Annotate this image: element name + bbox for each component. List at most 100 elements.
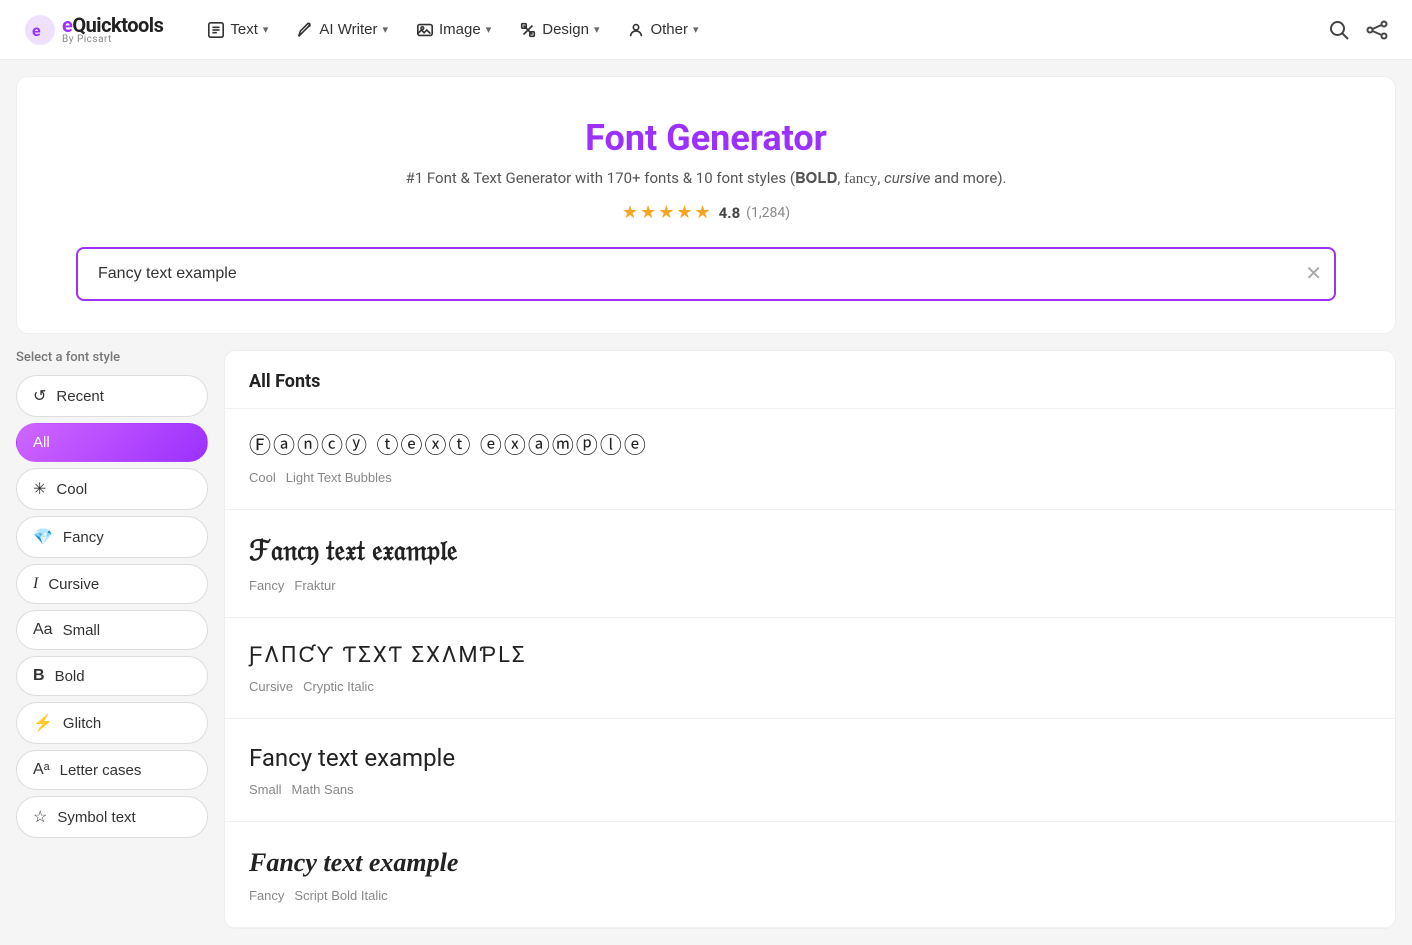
- font-entry-script[interactable]: Fancy text example Fancy Script Bold Ita…: [225, 822, 1395, 928]
- design-icon: [519, 21, 537, 39]
- font-preview-script: Fancy text example: [249, 846, 1371, 880]
- bold-label: Bold: [55, 668, 85, 685]
- bold-icon: B: [33, 667, 45, 685]
- nav-items: Text ▾ AI Writer ▾ Image ▾ Design ▾ Othe…: [195, 13, 1328, 47]
- tag-math-sans[interactable]: Math Sans: [292, 782, 354, 797]
- sidebar-item-recent[interactable]: ↺ Recent: [16, 375, 208, 417]
- tag-light-text-bubbles[interactable]: Light Text Bubbles: [286, 470, 392, 485]
- nav-text[interactable]: Text ▾: [195, 13, 280, 47]
- ai-writer-icon: [296, 21, 314, 39]
- nav-other-label: Other: [650, 21, 688, 38]
- logo[interactable]: e eQuicktools By Picsart: [24, 14, 163, 46]
- nav-design-label: Design: [542, 21, 589, 38]
- fancy-icon: 💎: [33, 527, 53, 547]
- tag-cool[interactable]: Cool: [249, 470, 276, 485]
- font-entry-math[interactable]: Fancy text example Small Math Sans: [225, 719, 1395, 822]
- sidebar-item-symbol-text[interactable]: ☆ Symbol text: [16, 796, 208, 838]
- hero-title: Font Generator: [37, 117, 1375, 159]
- cool-icon: ✳: [33, 479, 46, 499]
- logo-name: eQuicktools: [62, 15, 163, 35]
- rating-number: 4.8: [719, 204, 741, 222]
- hero-section: Font Generator #1 Font & Text Generator …: [16, 76, 1396, 334]
- tag-cryptic-italic[interactable]: Cryptic Italic: [303, 679, 374, 694]
- sidebar-item-letter-cases[interactable]: Aᵃ Letter cases: [16, 750, 208, 790]
- sidebar-item-cursive[interactable]: I Cursive: [16, 564, 208, 604]
- stars: ★★★★★: [622, 202, 713, 223]
- content-heading: All Fonts: [225, 351, 1395, 409]
- text-chevron: ▾: [263, 23, 269, 36]
- letter-cases-label: Letter cases: [60, 762, 142, 779]
- tag-small[interactable]: Small: [249, 782, 282, 797]
- cool-label: Cool: [56, 481, 87, 498]
- cursive-icon: I: [33, 575, 38, 593]
- glitch-label: Glitch: [63, 715, 101, 732]
- font-entry-fraktur[interactable]: ℱ𝔞𝔫𝔠𝔶 𝔱𝔢𝔵𝔱 𝔢𝔵𝔞𝔪𝔭𝔩𝔢 Fancy Fraktur: [225, 510, 1395, 618]
- main-layout: Select a font style ↺ Recent All ✳ Cool …: [0, 334, 1412, 945]
- search-box: ✕: [76, 247, 1336, 301]
- search-input[interactable]: [76, 247, 1336, 301]
- sidebar-label: Select a font style: [16, 350, 208, 365]
- recent-label: Recent: [56, 388, 104, 405]
- symbol-text-label: Symbol text: [57, 809, 135, 826]
- nav-ai-writer[interactable]: AI Writer ▾: [284, 13, 400, 47]
- font-entry-bubbles[interactable]: Ⓕⓐⓝⓒⓨ ⓣⓔⓧⓣ ⓔⓧⓐⓜⓟⓛⓔ Cool Light Text Bubbl…: [225, 409, 1395, 510]
- fonts-panel: All Fonts Ⓕⓐⓝⓒⓨ ⓣⓔⓧⓣ ⓔⓧⓐⓜⓟⓛⓔ Cool Light …: [224, 350, 1396, 929]
- font-tags-math: Small Math Sans: [249, 782, 1371, 797]
- rating-count: (1,284): [746, 205, 790, 221]
- letter-cases-icon: Aᵃ: [33, 761, 50, 779]
- font-preview-fraktur: ℱ𝔞𝔫𝔠𝔶 𝔱𝔢𝔵𝔱 𝔢𝔵𝔞𝔪𝔭𝔩𝔢: [249, 534, 1371, 570]
- svg-text:e: e: [32, 21, 41, 40]
- navbar: e eQuicktools By Picsart Text ▾ AI Write…: [0, 0, 1412, 60]
- font-preview-math: Fancy text example: [249, 743, 1371, 774]
- hero-subtitle: #1 Font & Text Generator with 170+ fonts…: [37, 169, 1375, 188]
- font-entry-cryptic[interactable]: ƑΛПƇƳ ƬΣXƬ ΣXΛMƤLΣ Cursive Cryptic Itali…: [225, 618, 1395, 719]
- sidebar-item-fancy[interactable]: 💎 Fancy: [16, 516, 208, 558]
- font-tags-fraktur: Fancy Fraktur: [249, 578, 1371, 593]
- logo-sub: By Picsart: [62, 35, 163, 45]
- search-clear-button[interactable]: ✕: [1305, 264, 1322, 284]
- font-tags-cryptic: Cursive Cryptic Italic: [249, 679, 1371, 694]
- nav-right: [1328, 19, 1388, 41]
- font-preview-cryptic: ƑΛПƇƳ ƬΣXƬ ΣXΛMƤLΣ: [249, 642, 1371, 671]
- design-chevron: ▾: [594, 23, 600, 36]
- tag-fraktur[interactable]: Fraktur: [294, 578, 335, 593]
- small-label: Small: [63, 622, 101, 639]
- nav-ai-label: AI Writer: [319, 21, 377, 38]
- share-button[interactable]: [1366, 19, 1388, 41]
- sidebar-item-small[interactable]: Aa Small: [16, 610, 208, 650]
- tag-fancy-script[interactable]: Fancy: [249, 888, 284, 903]
- cursive-label: Cursive: [48, 576, 99, 593]
- sidebar-item-cool[interactable]: ✳ Cool: [16, 468, 208, 510]
- recent-icon: ↺: [33, 386, 46, 406]
- small-icon: Aa: [33, 621, 53, 639]
- nav-text-label: Text: [230, 21, 258, 38]
- nav-image-label: Image: [439, 21, 481, 38]
- sidebar-item-all[interactable]: All: [16, 423, 208, 462]
- font-tags-bubbles: Cool Light Text Bubbles: [249, 470, 1371, 485]
- image-icon: [416, 21, 434, 39]
- nav-image[interactable]: Image ▾: [404, 13, 503, 47]
- glitch-icon: ⚡: [33, 713, 53, 733]
- search-button[interactable]: [1328, 19, 1350, 41]
- sidebar-item-glitch[interactable]: ⚡ Glitch: [16, 702, 208, 744]
- image-chevron: ▾: [486, 23, 492, 36]
- logo-icon: e: [24, 14, 56, 46]
- tag-fancy[interactable]: Fancy: [249, 578, 284, 593]
- fancy-label: Fancy: [63, 529, 104, 546]
- other-icon: [627, 21, 645, 39]
- sidebar-item-bold[interactable]: B Bold: [16, 656, 208, 696]
- share-icon: [1366, 19, 1388, 41]
- all-label: All: [33, 434, 50, 451]
- font-preview-bubbles: Ⓕⓐⓝⓒⓨ ⓣⓔⓧⓣ ⓔⓧⓐⓜⓟⓛⓔ: [249, 433, 1371, 462]
- search-icon: [1328, 19, 1350, 41]
- font-tags-script: Fancy Script Bold Italic: [249, 888, 1371, 903]
- text-nav-icon: [207, 21, 225, 39]
- tag-cursive[interactable]: Cursive: [249, 679, 293, 694]
- rating-row: ★★★★★ 4.8 (1,284): [37, 202, 1375, 223]
- other-chevron: ▾: [693, 23, 699, 36]
- symbol-text-icon: ☆: [33, 807, 47, 827]
- nav-design[interactable]: Design ▾: [507, 13, 611, 47]
- nav-other[interactable]: Other ▾: [615, 13, 710, 47]
- sidebar: Select a font style ↺ Recent All ✳ Cool …: [16, 350, 208, 844]
- tag-script-bold-italic[interactable]: Script Bold Italic: [294, 888, 387, 903]
